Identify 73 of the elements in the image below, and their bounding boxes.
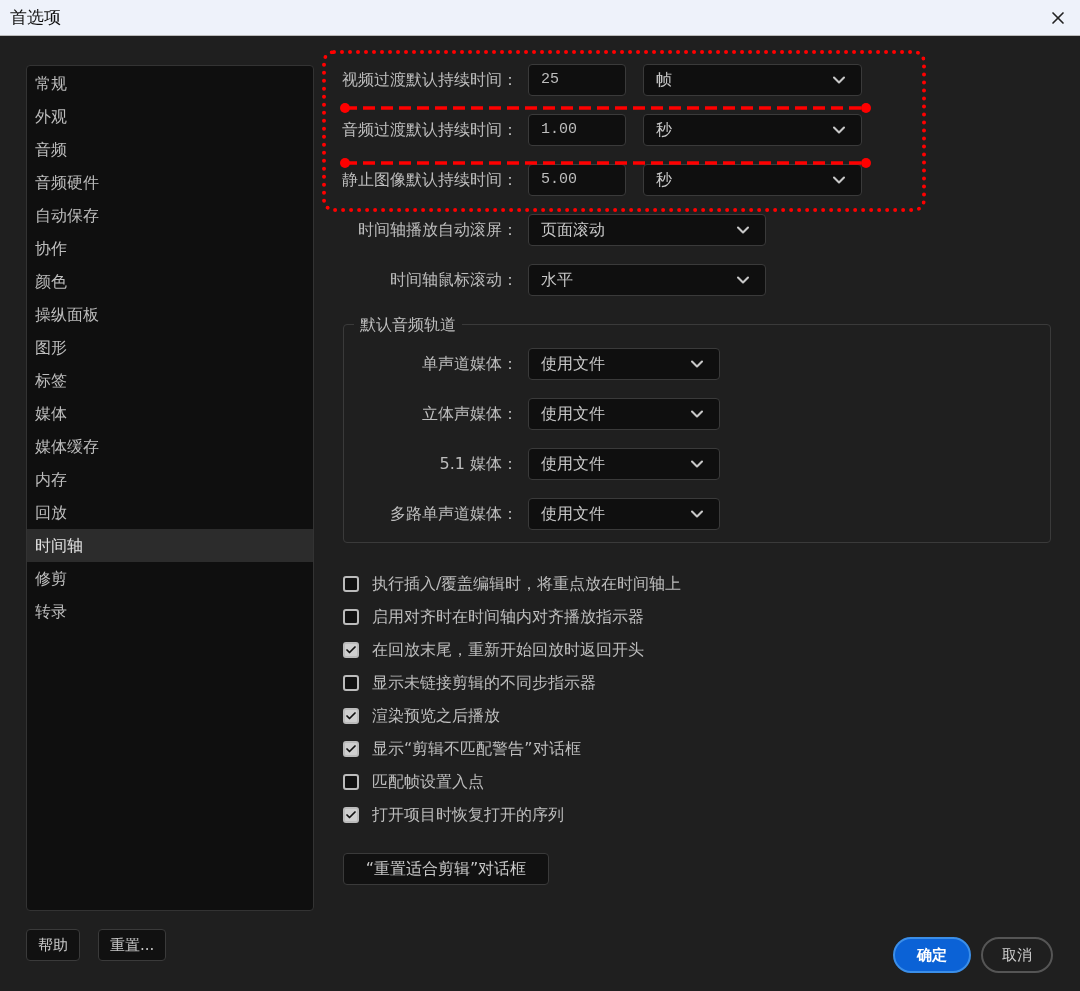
dropdown[interactable]: 帧	[643, 64, 862, 96]
sidebar-item[interactable]: 协作	[27, 232, 313, 265]
window-title: 首选项	[10, 5, 61, 29]
field-label: 5.1 媒体：	[438, 453, 518, 475]
sidebar-item[interactable]: 修剪	[27, 562, 313, 595]
check-icon	[345, 643, 357, 656]
check-icon	[345, 742, 357, 755]
dropdown-value: 帧	[656, 69, 672, 91]
dropdown[interactable]: 使用文件	[528, 498, 720, 530]
sidebar-item[interactable]: 媒体缓存	[27, 430, 313, 463]
field-label: 静止图像默认持续时间：	[341, 169, 518, 191]
sidebar-item[interactable]: 颜色	[27, 265, 313, 298]
duration-field[interactable]: 5.00	[528, 164, 626, 196]
dropdown-value: 使用文件	[541, 453, 605, 475]
footer-button[interactable]: 重置...	[98, 929, 167, 961]
ok-button[interactable]: 确定	[893, 937, 971, 973]
sidebar-item[interactable]: 音频硬件	[27, 166, 313, 199]
sidebar-item[interactable]: 音频	[27, 133, 313, 166]
field-label: 时间轴播放自动滚屏：	[357, 219, 518, 241]
dropdown-value: 使用文件	[541, 403, 605, 425]
dropdown[interactable]: 秒	[643, 114, 862, 146]
sidebar-item[interactable]: 图形	[27, 331, 313, 364]
dropdown-value: 页面滚动	[541, 219, 605, 241]
sidebar-item[interactable]: 回放	[27, 496, 313, 529]
field-label: 音频过渡默认持续时间：	[341, 119, 518, 141]
sidebar-item[interactable]: 媒体	[27, 397, 313, 430]
checkbox-label: 执行插入/覆盖编辑时，将重点放在时间轴上	[372, 572, 682, 595]
checkbox[interactable]	[343, 641, 359, 658]
dropdown-value: 秒	[656, 119, 672, 141]
field-label: 多路单声道媒体：	[389, 503, 518, 525]
reset-fit-dialog-button[interactable]: “重置适合剪辑”对话框	[343, 853, 549, 885]
dropdown[interactable]: 使用文件	[528, 398, 720, 430]
sidebar-item[interactable]: 标签	[27, 364, 313, 397]
sidebar-item[interactable]: 转录	[27, 595, 313, 628]
dropdown[interactable]: 页面滚动	[528, 214, 766, 246]
checkbox-label: 显示未链接剪辑的不同步指示器	[372, 671, 596, 694]
field-label: 立体声媒体：	[421, 403, 518, 425]
checkbox-label: 渲染预览之后播放	[372, 704, 500, 727]
dropdown[interactable]: 秒	[643, 164, 862, 196]
checkbox[interactable]	[343, 575, 359, 592]
field-label: 单声道媒体：	[421, 353, 518, 375]
check-icon	[345, 709, 357, 722]
sidebar-item[interactable]: 自动保存	[27, 199, 313, 232]
duration-field[interactable]: 1.00	[528, 114, 626, 146]
checkbox-label: 在回放末尾，重新开始回放时返回开头	[372, 638, 644, 661]
dropdown-value: 秒	[656, 169, 672, 191]
sidebar-item[interactable]: 时间轴	[27, 529, 313, 562]
checkbox[interactable]	[343, 674, 359, 691]
checkbox[interactable]	[343, 608, 359, 625]
cancel-button[interactable]: 取消	[981, 937, 1053, 973]
dropdown[interactable]: 使用文件	[528, 448, 720, 480]
checkbox[interactable]	[343, 773, 359, 790]
field-label: 时间轴鼠标滚动：	[389, 269, 518, 291]
checkbox[interactable]	[343, 740, 359, 757]
checkbox[interactable]	[343, 806, 359, 823]
dropdown[interactable]: 水平	[528, 264, 766, 296]
dropdown-value: 使用文件	[541, 503, 605, 525]
checkbox-label: 打开项目时恢复打开的序列	[372, 803, 564, 826]
checkbox-label: 显示“剪辑不匹配警告”对话框	[372, 737, 581, 760]
dropdown[interactable]: 使用文件	[528, 348, 720, 380]
duration-field[interactable]: 25	[528, 64, 626, 96]
sidebar-item[interactable]: 操纵面板	[27, 298, 313, 331]
dropdown-value: 使用文件	[541, 353, 605, 375]
footer-button[interactable]: 帮助	[26, 929, 80, 961]
dropdown-value: 水平	[541, 269, 573, 291]
checkbox-label: 匹配帧设置入点	[372, 770, 484, 793]
sidebar-item[interactable]: 内存	[27, 463, 313, 496]
check-icon	[345, 808, 357, 821]
checkbox-label: 启用对齐时在时间轴内对齐播放指示器	[372, 605, 644, 628]
sidebar-item[interactable]: 外观	[27, 100, 313, 133]
sidebar-item[interactable]: 常规	[27, 67, 313, 100]
field-label: 视频过渡默认持续时间：	[341, 69, 518, 91]
checkbox[interactable]	[343, 707, 359, 724]
